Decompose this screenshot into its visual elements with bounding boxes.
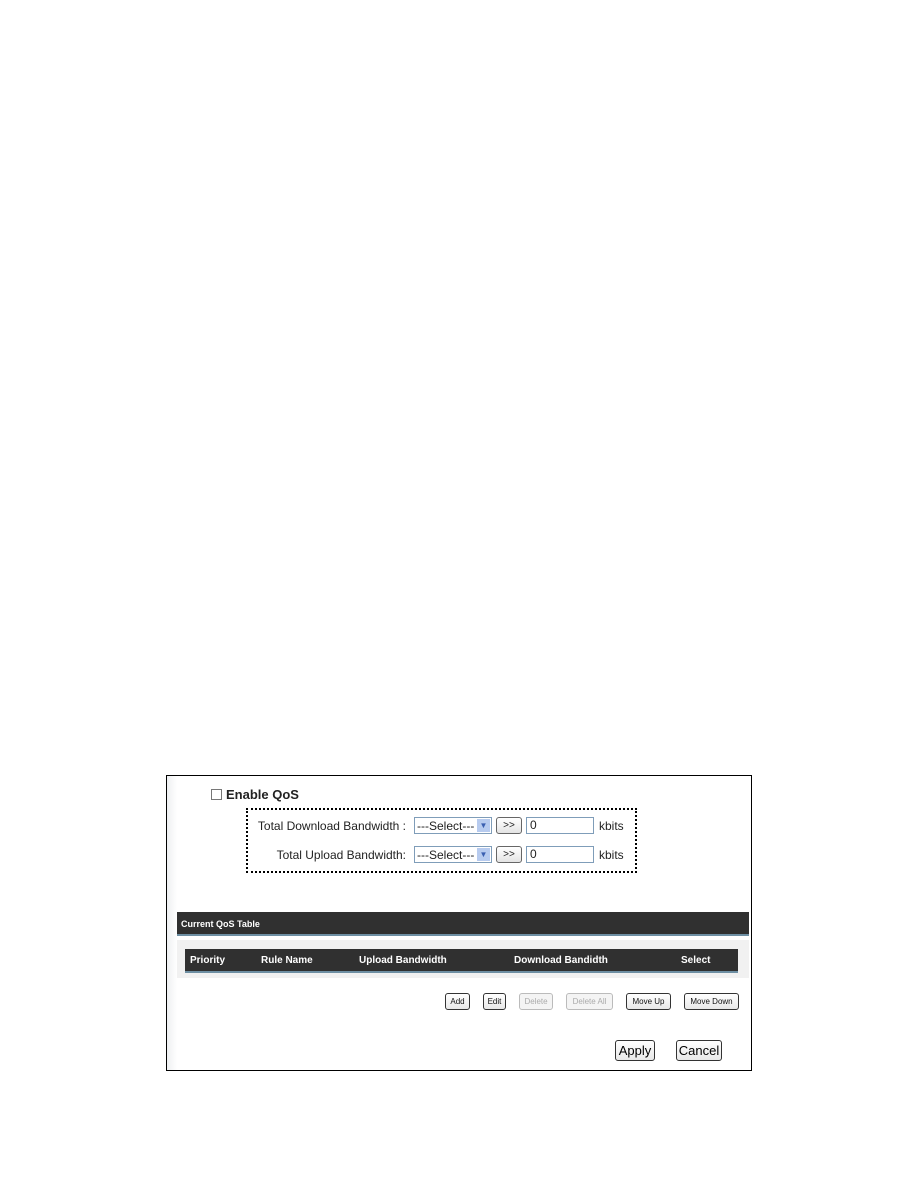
chevron-down-icon: ▼ — [477, 848, 490, 861]
delete-all-button[interactable]: Delete All — [566, 993, 613, 1010]
upload-bandwidth-select[interactable]: ---Select--- ▼ — [414, 846, 492, 863]
qos-settings-panel: Enable QoS Total Download Bandwidth : --… — [166, 775, 752, 1071]
enable-qos-checkbox[interactable] — [211, 789, 222, 800]
upload-unit-label: kbits — [599, 847, 624, 862]
column-priority: Priority — [190, 955, 226, 966]
qos-table-header: Priority Rule Name Upload Bandwidth Down… — [185, 949, 738, 973]
add-button[interactable]: Add — [445, 993, 470, 1010]
download-bandwidth-row: Total Download Bandwidth : ---Select--- … — [252, 817, 624, 834]
delete-button[interactable]: Delete — [519, 993, 553, 1010]
download-select-value: ---Select--- — [417, 818, 475, 833]
qos-table: Priority Rule Name Upload Bandwidth Down… — [177, 940, 749, 978]
download-bandwidth-label: Total Download Bandwidth : — [257, 818, 406, 833]
download-bandwidth-input[interactable]: 0 — [526, 817, 594, 834]
qos-table-title: Current QoS Table — [177, 912, 749, 936]
move-down-button[interactable]: Move Down — [684, 993, 739, 1010]
download-unit-label: kbits — [599, 818, 624, 833]
column-upload-bandwidth: Upload Bandwidth — [359, 955, 447, 966]
enable-qos-row: Enable QoS — [211, 787, 299, 802]
column-download-bandwidth: Download Bandidth — [514, 955, 608, 966]
upload-bandwidth-row: Total Upload Bandwidth: ---Select--- ▼ >… — [252, 846, 624, 863]
download-apply-select-button[interactable]: >> — [496, 817, 522, 834]
apply-button[interactable]: Apply — [615, 1040, 655, 1061]
cancel-button[interactable]: Cancel — [676, 1040, 722, 1061]
column-select: Select — [681, 955, 711, 966]
panel-left-shade — [167, 776, 177, 1070]
chevron-down-icon: ▼ — [477, 819, 490, 832]
upload-apply-select-button[interactable]: >> — [496, 846, 522, 863]
upload-bandwidth-input[interactable]: 0 — [526, 846, 594, 863]
upload-select-value: ---Select--- — [417, 847, 475, 862]
download-bandwidth-select[interactable]: ---Select--- ▼ — [414, 817, 492, 834]
edit-button[interactable]: Edit — [483, 993, 506, 1010]
move-up-button[interactable]: Move Up — [626, 993, 671, 1010]
enable-qos-label: Enable QoS — [226, 787, 299, 802]
column-rule-name: Rule Name — [261, 955, 313, 966]
upload-bandwidth-label: Total Upload Bandwidth: — [276, 847, 406, 862]
